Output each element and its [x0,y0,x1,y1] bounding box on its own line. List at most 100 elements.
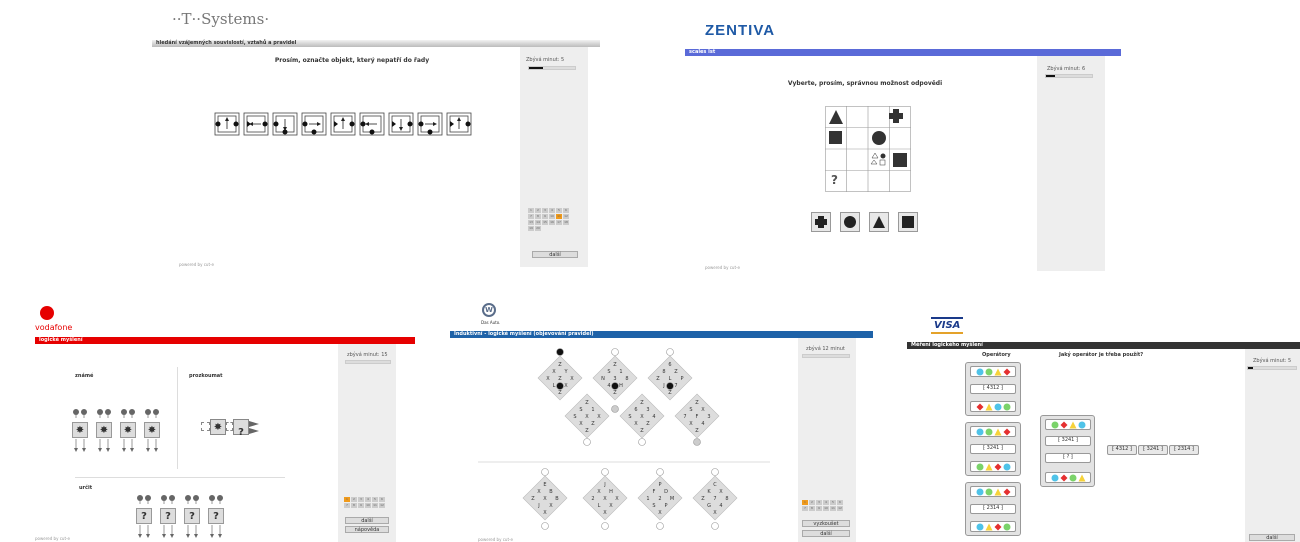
diamond-symbol: 4 [652,414,655,420]
question-nav-item[interactable]: 6 [837,500,843,505]
sequence-figure[interactable] [330,112,356,136]
tsystems-next-button[interactable]: další [532,251,578,258]
answer-option-triangle[interactable] [869,212,889,232]
top-diamond: ZX YX Z XL XZ [537,355,583,401]
question-nav-item[interactable]: 9 [358,503,364,508]
visa-timer-label: Zbývá minut: 5 [1253,358,1292,364]
question-nav-item[interactable]: 11 [556,214,562,219]
question-nav-item[interactable]: 2 [809,500,815,505]
sequence-figure[interactable] [359,112,385,136]
operator-tile[interactable]: ? [207,489,225,538]
question-nav-item[interactable]: 10 [365,503,371,508]
diamond-symbol: X [689,421,693,427]
sequence-figure[interactable] [388,112,414,136]
answer-code-chip[interactable]: ⁅ 3241 ⁆ [1138,445,1168,455]
question-nav-item[interactable]: 2 [351,497,357,502]
vodafone-logo: vodafone [35,323,73,332]
question-nav-item[interactable]: 9 [542,214,548,219]
question-nav-item[interactable]: 9 [816,506,822,511]
answer-option-circle[interactable] [840,212,860,232]
operator-option[interactable]: ⁅ 4312 ⁆ [965,362,1021,416]
question-nav-item[interactable]: 7 [802,506,808,511]
sequence-figure[interactable] [446,112,472,136]
connector-node [541,522,549,530]
diamond-symbol: Z [558,390,562,396]
question-nav-item[interactable]: 12 [837,506,843,511]
vodafone-known-label: známé [75,373,94,379]
panel-vodafone: vodafone logické myšlení zbývá minut: 15… [35,305,415,542]
question-nav-item[interactable]: 8 [809,506,815,511]
vw-check-button[interactable]: vyzkoušet [802,520,850,527]
question-nav-item[interactable]: 15 [542,220,548,225]
question-nav-item[interactable]: 12 [563,214,569,219]
question-nav-item[interactable]: 12 [379,503,385,508]
question-nav-item[interactable]: 7 [528,214,534,219]
question-nav-item[interactable]: 11 [372,503,378,508]
question-nav-item[interactable]: 1 [528,208,534,213]
tsystems-question-nav[interactable]: 1 2 3 4 5 6 7 8 9 10 11 12 13 14 15 16 17 18 19 20 [528,208,569,231]
operator-tile[interactable]: ? [183,489,201,538]
connector-node [583,438,591,446]
diamond-symbol: Z [656,376,660,382]
operator-tile[interactable]: ? [159,489,177,538]
operator-tile: ✸ [119,403,137,452]
question-nav-item[interactable]: 5 [830,500,836,505]
vw-diagram: ZX YX Z XL XZZS 1N 3 84 HZ68 ZZ L PJ 7ZZS 1S X XX ZZZ6 3S… [478,348,770,530]
answer-code-chip[interactable]: ⁅ 2314 ⁆ [1169,445,1199,455]
question-nav-item[interactable]: 1 [802,500,808,505]
answer-option-square[interactable] [898,212,918,232]
question-nav-item[interactable]: 5 [556,208,562,213]
diamond-symbol: E [543,482,546,488]
center-unknown: ⁅ ? ⁆ [1045,453,1091,463]
diamond-symbol: Z [701,496,705,502]
diamond-symbol: X [546,376,550,382]
vodafone-next-button[interactable]: další [345,517,389,524]
question-nav-item[interactable]: 20 [535,226,541,231]
question-nav-item[interactable]: 10 [823,506,829,511]
diamond-symbol: X [609,503,613,509]
diamond-symbol: 8 [625,376,628,382]
sequence-figure[interactable] [301,112,327,136]
question-nav-item[interactable]: 5 [372,497,378,502]
question-nav-item[interactable]: 4 [823,500,829,505]
vodafone-help-button[interactable]: nápověda [345,526,389,533]
vw-next-button[interactable]: další [802,530,850,537]
answer-option-cross[interactable] [811,212,831,232]
connector-node [638,438,646,446]
question-nav-item[interactable]: 6 [563,208,569,213]
question-nav-item[interactable]: 19 [528,226,534,231]
question-nav-item[interactable]: 13 [528,220,534,225]
question-nav-item[interactable]: 7 [344,503,350,508]
question-nav-item[interactable]: 10 [549,214,555,219]
question-nav-item[interactable]: 11 [830,506,836,511]
question-nav-item[interactable]: 8 [535,214,541,219]
question-nav-item[interactable]: 14 [535,220,541,225]
tsystems-instruction: Prosím, označte objekt, který nepatří do… [274,57,430,64]
question-nav-item[interactable]: 4 [365,497,371,502]
question-nav-item[interactable]: 3 [816,500,822,505]
operator-option[interactable]: ⁅ 2314 ⁆ [965,482,1021,536]
question-nav-item[interactable]: 18 [563,220,569,225]
answer-code-chip[interactable]: ⁅ 4312 ⁆ [1107,445,1137,455]
question-nav-item[interactable]: 1 [344,497,350,502]
sequence-figure[interactable] [417,112,443,136]
mid-diamond: Z6 3S X 4X ZZ [619,393,665,439]
sequence-figure[interactable] [243,112,269,136]
vodafone-question-nav[interactable]: 1 2 3 4 5 6 7 8 9 10 11 12 [344,497,385,508]
question-nav-item[interactable]: 6 [379,497,385,502]
question-nav-item[interactable]: 4 [549,208,555,213]
vw-question-nav[interactable]: 1 2 3 4 5 6 7 8 9 10 11 12 [802,500,843,511]
question-nav-item[interactable]: 2 [535,208,541,213]
operator-tile[interactable]: ? [135,489,153,538]
sequence-figure[interactable] [272,112,298,136]
question-nav-item[interactable]: 3 [358,497,364,502]
question-nav-item[interactable]: 16 [549,220,555,225]
question-nav-item[interactable]: 3 [542,208,548,213]
sequence-figure[interactable] [214,112,240,136]
question-nav-item[interactable]: 8 [351,503,357,508]
diamond-symbol: Z [531,496,535,502]
question-nav-item[interactable]: 17 [556,220,562,225]
diamond-symbol: X [615,496,619,502]
visa-next-button[interactable]: další [1249,534,1295,541]
operator-option[interactable]: ⁅ 3241 ⁆ [965,422,1021,476]
